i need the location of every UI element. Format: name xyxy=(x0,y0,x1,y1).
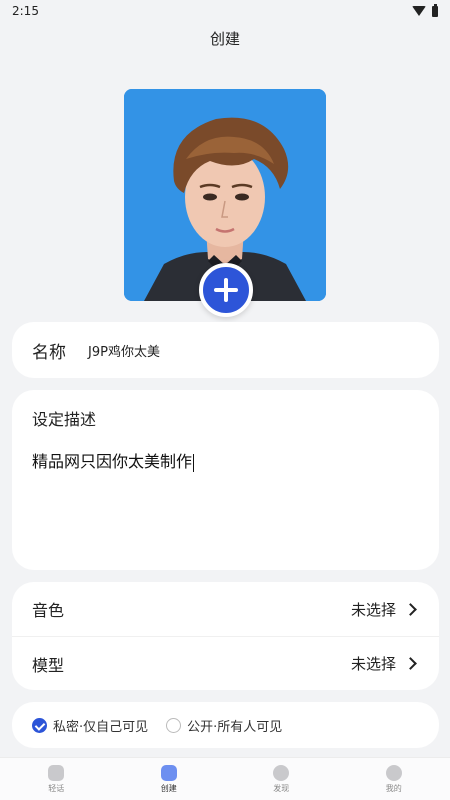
model-label: 模型 xyxy=(32,655,65,675)
description-label: 设定描述 xyxy=(32,410,97,429)
page-title: 创建 xyxy=(209,30,240,48)
chevron-right-icon xyxy=(404,657,417,670)
tab-profile[interactable]: 我的 xyxy=(338,758,450,800)
tab-discover[interactable]: 发现 xyxy=(225,758,338,800)
discover-icon xyxy=(273,764,290,781)
battery-icon xyxy=(432,3,438,17)
create-icon xyxy=(160,764,177,781)
private-label: 私密·仅自己可见 xyxy=(53,719,149,735)
text-caret xyxy=(193,453,195,472)
description-card[interactable]: 设定描述 精品网只因你太美制作 xyxy=(12,390,439,570)
tab-label: 创建 xyxy=(160,783,177,793)
name-input[interactable]: J9P鸡你太美 xyxy=(88,341,160,360)
tab-create[interactable]: 创建 xyxy=(113,758,226,800)
option-row-model[interactable]: 模型 未选择 xyxy=(12,636,439,690)
tab-label: 轻话 xyxy=(48,783,65,793)
tab-label: 发现 xyxy=(273,783,290,793)
tab-label: 我的 xyxy=(385,783,402,793)
radio-unchecked-icon[interactable] xyxy=(166,717,182,733)
tab-chat[interactable]: 轻话 xyxy=(0,758,113,800)
option-row-voice[interactable]: 音色 未选择 xyxy=(12,582,439,636)
bottom-tab-bar: 轻话 创建 发现 我的 xyxy=(0,757,450,800)
voice-value: 未选择 xyxy=(350,600,396,619)
status-icons xyxy=(412,3,438,17)
chat-icon xyxy=(48,764,65,781)
status-time: 2:15 xyxy=(12,4,39,18)
public-option[interactable]: 公开·所有人可见 xyxy=(166,716,282,735)
wifi-icon xyxy=(412,6,426,16)
description-input[interactable]: 精品网只因你太美制作 xyxy=(32,448,419,472)
description-value: 精品网只因你太美制作 xyxy=(32,452,193,471)
add-avatar-button[interactable] xyxy=(199,263,253,317)
model-value: 未选择 xyxy=(350,655,396,673)
public-label: 公开·所有人可见 xyxy=(187,719,283,735)
visibility-card: 私密·仅自己可见 公开·所有人可见 xyxy=(12,702,439,748)
status-bar: 2:15 xyxy=(0,0,450,22)
radio-checked-icon[interactable] xyxy=(32,717,47,733)
name-label: 名称 xyxy=(32,342,66,363)
voice-label: 音色 xyxy=(32,601,65,620)
plus-icon xyxy=(214,278,238,302)
private-option[interactable]: 私密·仅自己可见 xyxy=(32,716,148,735)
chevron-right-icon xyxy=(404,602,417,616)
profile-icon xyxy=(385,764,402,781)
name-field-card: 名称 J9P鸡你太美 xyxy=(12,322,439,378)
options-card: 音色 未选择 模型 未选择 xyxy=(12,582,439,690)
